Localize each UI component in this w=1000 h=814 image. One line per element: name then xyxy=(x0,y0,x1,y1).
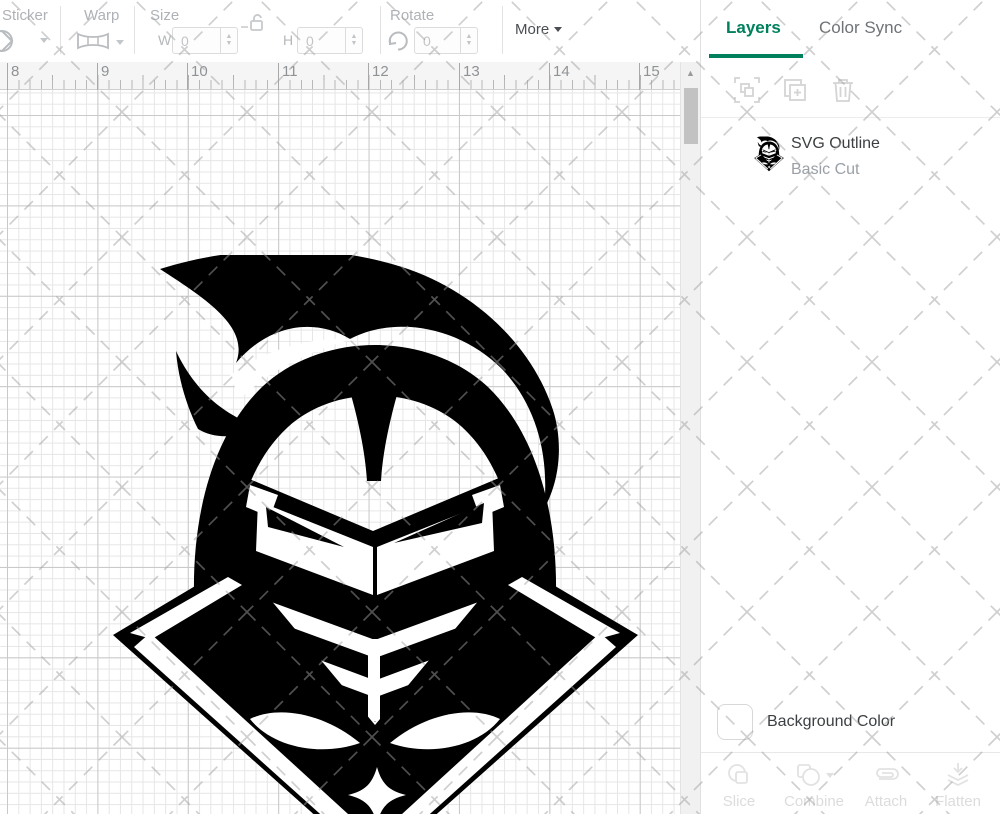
top-toolbar: Sticker Warp Size W 0 ▲ ▼ xyxy=(0,0,700,62)
rotate-section-label: Rotate xyxy=(390,7,434,24)
background-color-label: Background Color xyxy=(767,713,895,731)
flatten-icon xyxy=(944,761,972,789)
ruler-number: 14 xyxy=(549,63,570,80)
duplicate-button[interactable] xyxy=(781,76,809,104)
width-field-label: W xyxy=(158,32,171,48)
rotate-stepper[interactable]: ▲ ▼ xyxy=(460,28,477,53)
width-input[interactable]: 0 ▲ ▼ xyxy=(172,27,238,54)
toolbar-divider xyxy=(380,6,381,54)
background-color-row: Background Color xyxy=(701,698,1000,752)
layer-cut-type: Basic Cut xyxy=(791,161,859,179)
ruler-number: 8 xyxy=(7,63,19,80)
combine-icon xyxy=(794,761,824,789)
ruler-number: 9 xyxy=(97,63,109,80)
combine-button[interactable]: Combine xyxy=(779,759,849,810)
warp-button[interactable] xyxy=(76,30,110,57)
ruler-number: 15 xyxy=(639,63,660,80)
width-stepper[interactable]: ▲ ▼ xyxy=(220,28,237,53)
stepper-down-icon[interactable]: ▼ xyxy=(226,41,233,47)
layer-tools-row xyxy=(701,64,1000,118)
rotate-icon xyxy=(386,29,410,53)
layer-thumbnail-knight xyxy=(754,136,784,172)
flatten-button[interactable]: Flatten xyxy=(923,759,993,810)
warp-caret-icon[interactable] xyxy=(116,40,124,45)
toolbar-divider xyxy=(60,6,61,54)
stepper-down-icon[interactable]: ▼ xyxy=(351,41,358,47)
sticker-icon xyxy=(0,28,26,54)
height-input[interactable]: 0 ▲ ▼ xyxy=(297,27,363,54)
slice-icon xyxy=(724,761,754,789)
ruler-number: 12 xyxy=(368,63,389,80)
height-stepper[interactable]: ▲ ▼ xyxy=(345,28,362,53)
scrollbar-up-icon[interactable]: ▲ xyxy=(681,62,700,84)
toolbar-divider xyxy=(502,6,503,54)
more-caret-icon xyxy=(554,27,562,32)
stepper-down-icon[interactable]: ▼ xyxy=(466,41,473,47)
delete-button[interactable] xyxy=(829,76,857,104)
canvas-artwork-knight[interactable] xyxy=(110,255,640,814)
lock-aspect-button[interactable] xyxy=(240,14,270,37)
design-canvas[interactable] xyxy=(0,90,680,814)
sticker-button[interactable] xyxy=(0,28,26,59)
layer-item-svg-outline[interactable]: SVG Outline Basic Cut xyxy=(701,122,1000,190)
attach-icon xyxy=(869,764,903,786)
warp-section-label: Warp xyxy=(84,7,119,24)
toolbar-divider xyxy=(134,6,135,54)
combine-caret-icon xyxy=(826,773,834,778)
lock-open-icon xyxy=(240,14,270,32)
more-button[interactable]: More xyxy=(515,21,562,38)
canvas-vertical-scrollbar[interactable]: ▲ xyxy=(680,62,700,814)
ruler-number: 10 xyxy=(187,63,208,80)
height-field-label: H xyxy=(283,32,293,48)
active-tab-underline xyxy=(709,54,803,58)
tab-layers[interactable]: Layers xyxy=(726,18,781,38)
scrollbar-thumb[interactable] xyxy=(684,88,698,144)
size-section-label: Size xyxy=(150,7,179,24)
group-button[interactable] xyxy=(733,76,761,104)
rotate-button[interactable] xyxy=(386,29,410,58)
slice-button[interactable]: Slice xyxy=(704,759,774,810)
attach-button[interactable]: Attach xyxy=(851,759,921,810)
layer-actions-bar: Slice Combine xyxy=(701,752,1000,814)
ruler-number: 11 xyxy=(278,63,298,80)
warp-icon xyxy=(76,30,110,52)
ruler-number: 13 xyxy=(459,63,480,80)
horizontal-ruler: 8 9 10 11 12 13 14 15 xyxy=(0,62,680,90)
rotate-input[interactable]: 0 ▲ ▼ xyxy=(414,27,478,54)
design-editor-window: Sticker Warp Size W 0 ▲ ▼ xyxy=(0,0,1000,814)
sticker-caret-icon[interactable] xyxy=(40,38,48,43)
right-panel: Layers Color Sync xyxy=(700,0,1000,814)
layer-title: SVG Outline xyxy=(791,135,880,153)
background-color-swatch[interactable] xyxy=(717,704,753,740)
sticker-section-label: Sticker xyxy=(2,7,48,24)
tab-color-sync[interactable]: Color Sync xyxy=(819,18,902,38)
